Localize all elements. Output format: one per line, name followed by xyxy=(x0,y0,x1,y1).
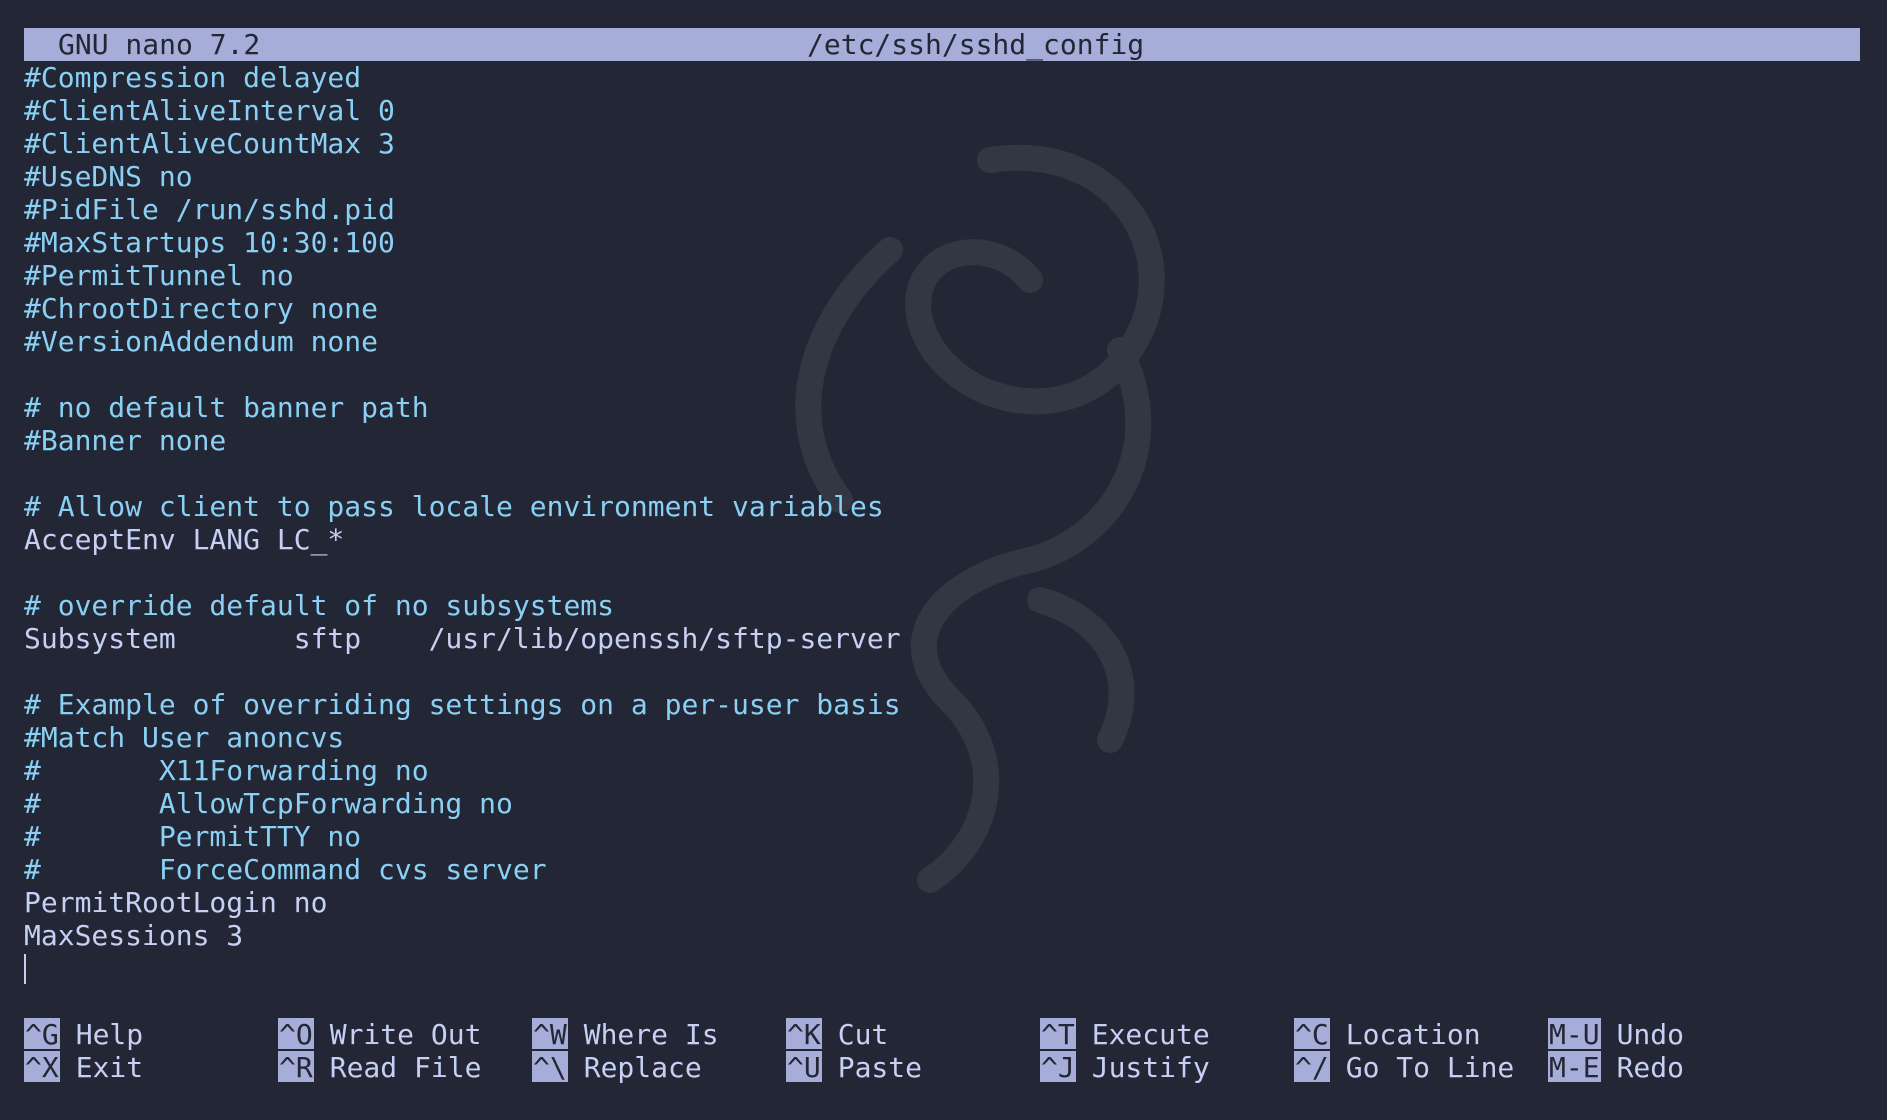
config-line[interactable]: # X11Forwarding no xyxy=(24,754,1860,787)
config-line[interactable]: #PidFile /run/sshd.pid xyxy=(24,193,1860,226)
shortcut-label: Undo xyxy=(1616,1018,1685,1051)
file-path: /etc/ssh/sshd_config xyxy=(807,28,1145,61)
config-line[interactable]: #MaxStartups 10:30:100 xyxy=(24,226,1860,259)
shortcut-go-to-line[interactable]: ^/ Go To Line xyxy=(1294,1051,1514,1084)
shortcut-label: Justify xyxy=(1091,1051,1210,1084)
shortcut-read-file[interactable]: ^R Read File xyxy=(278,1051,481,1084)
shortcut-label: Redo xyxy=(1616,1051,1685,1084)
config-line[interactable]: PermitRootLogin no xyxy=(24,886,1860,919)
shortcut-label: Cut xyxy=(837,1018,889,1051)
shortcut-key: ^\ xyxy=(532,1051,568,1084)
shortcut-key: ^U xyxy=(786,1051,822,1084)
shortcut-cut[interactable]: ^K Cut xyxy=(786,1018,888,1051)
config-line[interactable]: #ClientAliveCountMax 3 xyxy=(24,127,1860,160)
shortcut-label: Execute xyxy=(1091,1018,1210,1051)
config-line[interactable]: MaxSessions 3 xyxy=(24,919,1860,952)
terminal-window: GNU nano 7.2 /etc/ssh/sshd_config #Compr… xyxy=(0,0,1887,1120)
blank-line[interactable] xyxy=(24,556,1860,589)
shortcut-key: M-U xyxy=(1548,1018,1601,1051)
shortcut-redo[interactable]: M-E Redo xyxy=(1548,1051,1684,1084)
shortcut-key: ^T xyxy=(1040,1018,1076,1051)
config-line[interactable]: #PermitTunnel no xyxy=(24,259,1860,292)
shortcut-label: Go To Line xyxy=(1345,1051,1515,1084)
nano-title-bar: GNU nano 7.2 /etc/ssh/sshd_config xyxy=(24,28,1860,61)
config-line[interactable]: #Compression delayed xyxy=(24,61,1860,94)
shortcut-label: Location xyxy=(1345,1018,1481,1051)
shortcut-key: ^K xyxy=(786,1018,822,1051)
editor-buffer[interactable]: #Compression delayed #ClientAliveInterval… xyxy=(24,61,1860,985)
shortcut-exit[interactable]: ^X Exit xyxy=(24,1051,143,1084)
config-line[interactable]: Subsystem sftp /usr/lib/openssh/sftp-ser… xyxy=(24,622,1860,655)
shortcut-key: ^W xyxy=(532,1018,568,1051)
blank-line[interactable] xyxy=(24,457,1860,490)
app-version: GNU nano 7.2 xyxy=(58,28,261,61)
shortcut-key: ^C xyxy=(1294,1018,1330,1051)
shortcut-justify[interactable]: ^J Justify xyxy=(1040,1051,1210,1084)
shortcut-label: Paste xyxy=(837,1051,923,1084)
config-line[interactable]: #VersionAddendum none xyxy=(24,325,1860,358)
config-line[interactable]: # PermitTTY no xyxy=(24,820,1860,853)
cursor-line[interactable] xyxy=(24,952,1860,985)
shortcut-write-out[interactable]: ^O Write Out xyxy=(278,1018,481,1051)
config-line[interactable]: #UseDNS no xyxy=(24,160,1860,193)
config-line[interactable]: #Banner none xyxy=(24,424,1860,457)
shortcut-label: Help xyxy=(75,1018,144,1051)
shortcut-replace[interactable]: ^\ Replace xyxy=(532,1051,702,1084)
shortcut-where-is[interactable]: ^W Where Is xyxy=(532,1018,719,1051)
shortcut-key: ^/ xyxy=(1294,1051,1330,1084)
shortcut-help[interactable]: ^G Help xyxy=(24,1018,143,1051)
config-line[interactable]: # Allow client to pass locale environmen… xyxy=(24,490,1860,523)
config-line[interactable]: # no default banner path xyxy=(24,391,1860,424)
shortcut-label: Where Is xyxy=(583,1018,719,1051)
config-line[interactable]: # ForceCommand cvs server xyxy=(24,853,1860,886)
shortcut-label: Read File xyxy=(329,1051,482,1084)
config-line[interactable]: #ChrootDirectory none xyxy=(24,292,1860,325)
config-line[interactable]: # override default of no subsystems xyxy=(24,589,1860,622)
config-line[interactable]: # Example of overriding settings on a pe… xyxy=(24,688,1860,721)
shortcut-paste[interactable]: ^U Paste xyxy=(786,1051,922,1084)
shortcut-label: Exit xyxy=(75,1051,144,1084)
text-cursor xyxy=(24,954,26,984)
blank-line[interactable] xyxy=(24,655,1860,688)
shortcut-key: ^X xyxy=(24,1051,60,1084)
shortcut-label: Replace xyxy=(583,1051,702,1084)
shortcut-location[interactable]: ^C Location xyxy=(1294,1018,1481,1051)
blank-line[interactable] xyxy=(24,358,1860,391)
config-line[interactable]: #ClientAliveInterval 0 xyxy=(24,94,1860,127)
shortcut-key: M-E xyxy=(1548,1051,1601,1084)
shortcut-label: Write Out xyxy=(329,1018,482,1051)
shortcut-key: ^O xyxy=(278,1018,314,1051)
shortcut-key: ^R xyxy=(278,1051,314,1084)
shortcut-undo[interactable]: M-U Undo xyxy=(1548,1018,1684,1051)
shortcut-execute[interactable]: ^T Execute xyxy=(1040,1018,1210,1051)
config-line[interactable]: #Match User anoncvs xyxy=(24,721,1860,754)
shortcut-key: ^J xyxy=(1040,1051,1076,1084)
config-line[interactable]: AcceptEnv LANG LC_* xyxy=(24,523,1860,556)
shortcut-key: ^G xyxy=(24,1018,60,1051)
config-line[interactable]: # AllowTcpForwarding no xyxy=(24,787,1860,820)
